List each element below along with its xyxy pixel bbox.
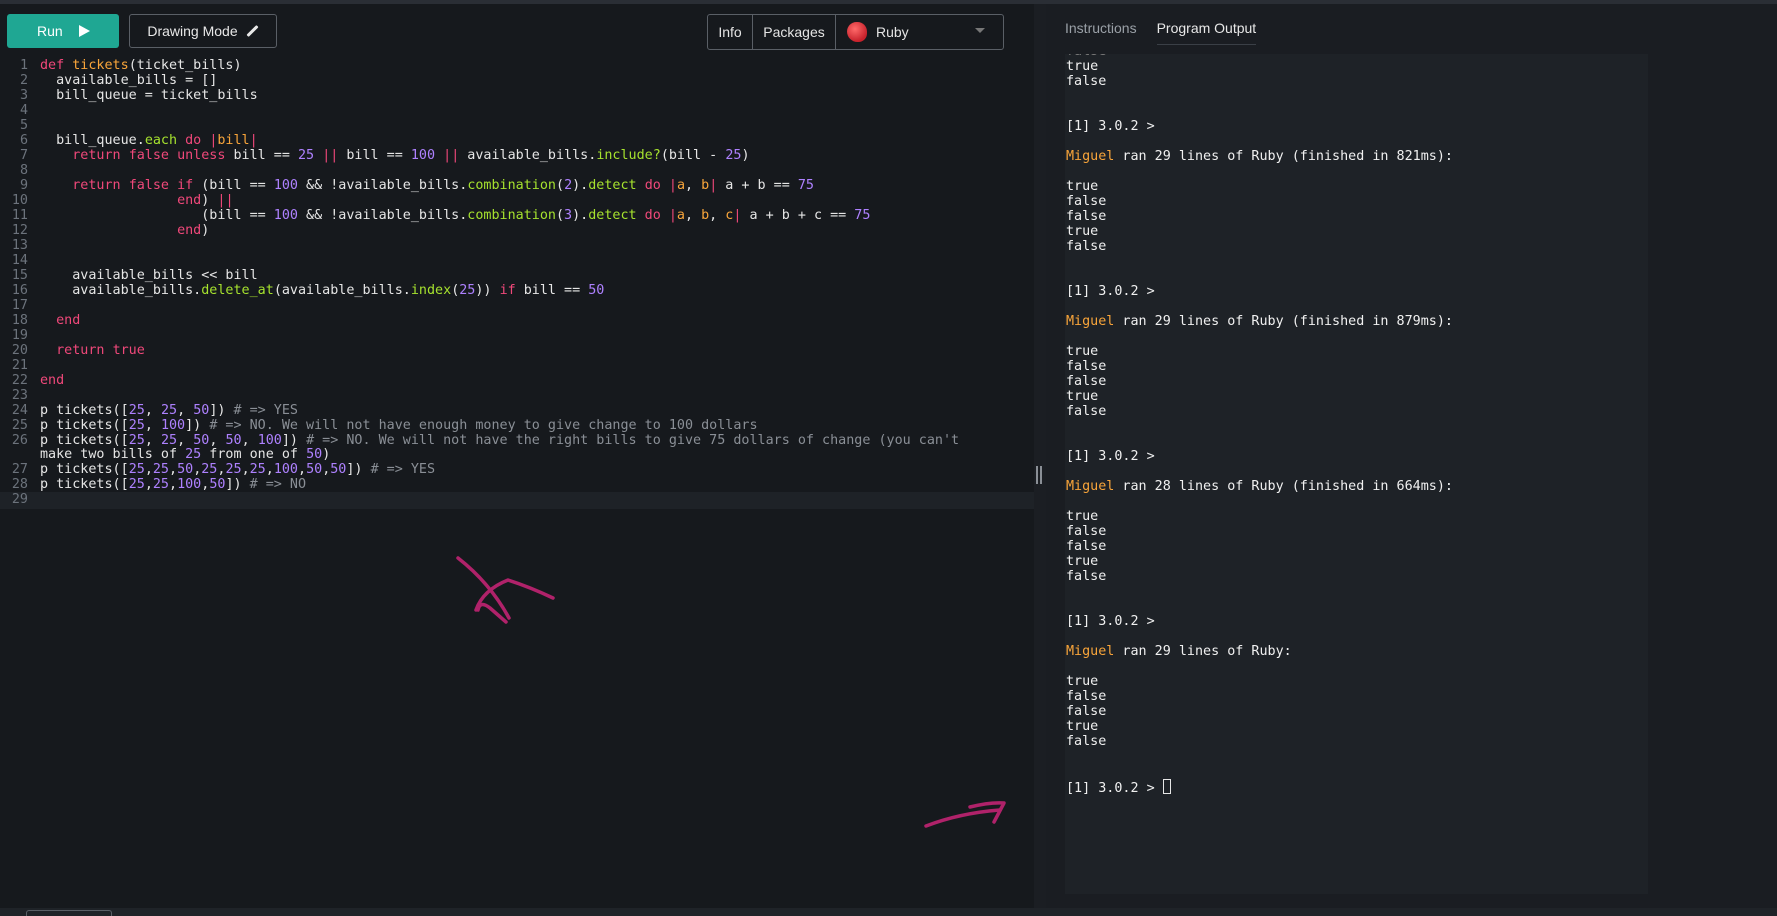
info-label: Info xyxy=(718,24,742,40)
code-text[interactable]: end) xyxy=(40,223,209,238)
run-label: Run xyxy=(37,23,63,39)
output-line: false xyxy=(1066,734,1107,749)
code-text[interactable]: end) || xyxy=(40,193,233,208)
output-line: true xyxy=(1066,509,1099,524)
run-button[interactable]: Run xyxy=(7,14,119,48)
tab-instructions[interactable]: Instructions xyxy=(1065,20,1137,45)
output-line: false xyxy=(1066,359,1107,374)
drawing-mode-label: Drawing Mode xyxy=(147,23,238,39)
code-text[interactable]: bill_queue.each do |bill| xyxy=(40,133,258,148)
output-line: true xyxy=(1066,344,1099,359)
tab-program-output[interactable]: Program Output xyxy=(1156,20,1257,45)
code-text[interactable]: (bill == 100 && !available_bills.combina… xyxy=(40,208,870,223)
toolbar-segment: Info Packages Ruby xyxy=(707,14,1004,50)
packages-label: Packages xyxy=(763,24,825,40)
output-line: [1] 3.0.2 > xyxy=(1066,284,1155,299)
run-summary-line: Miguel ran 29 lines of Ruby: xyxy=(1066,644,1292,659)
code-text[interactable]: p tickets([25,25,100,50]) # => NO xyxy=(40,477,306,492)
panel-tabs: Instructions Program Output xyxy=(1065,20,1257,45)
output-line: [1] 3.0.2 > xyxy=(1066,779,1171,796)
user-name: Miguel xyxy=(1066,149,1115,164)
output-line: false xyxy=(1066,239,1107,254)
code-text[interactable]: available_bills = [] xyxy=(40,73,217,88)
code-text[interactable]: return true xyxy=(40,343,145,358)
run-summary-line: Miguel ran 29 lines of Ruby (finished in… xyxy=(1066,314,1453,329)
code-line[interactable]: 29 xyxy=(0,492,1034,510)
output-line: false xyxy=(1066,209,1107,224)
output-line: false xyxy=(1066,524,1107,539)
code-text[interactable]: bill_queue = ticket_bills xyxy=(40,88,258,103)
output-line: false xyxy=(1066,374,1107,389)
pencil-icon xyxy=(246,25,259,38)
language-select[interactable]: Ruby xyxy=(836,15,1003,49)
code-text[interactable]: end xyxy=(40,313,80,328)
code-text[interactable]: available_bills.delete_at(available_bill… xyxy=(40,283,604,298)
chevron-down-icon xyxy=(975,28,985,33)
code-text[interactable]: p tickets([25, 100]) # => NO. We will no… xyxy=(40,418,758,433)
output-line: true xyxy=(1066,389,1099,404)
user-name: Miguel xyxy=(1066,314,1115,329)
code-text[interactable]: return false if (bill == 100 && !availab… xyxy=(40,178,814,193)
output-line: [1] 3.0.2 > xyxy=(1066,119,1155,134)
run-summary-line: Miguel ran 28 lines of Ruby (finished in… xyxy=(1066,479,1453,494)
code-text[interactable]: def tickets(ticket_bills) xyxy=(40,58,242,73)
program-output-console[interactable]: falsetruefalse[1] 3.0.2 >Miguel ran 29 l… xyxy=(1065,54,1648,894)
output-line: false xyxy=(1066,404,1107,419)
output-line: true xyxy=(1066,674,1099,689)
packages-button[interactable]: Packages xyxy=(753,15,836,49)
output-line: false xyxy=(1066,569,1107,584)
run-summary-line: Miguel ran 29 lines of Ruby (finished in… xyxy=(1066,149,1453,164)
editor-toolbar: Run Drawing Mode Info Packages Ruby xyxy=(0,4,1040,54)
output-line: true xyxy=(1066,59,1099,74)
ruby-icon xyxy=(847,22,867,42)
bottom-tab[interactable] xyxy=(26,910,112,916)
output-line: false xyxy=(1066,74,1107,89)
output-line: [1] 3.0.2 > xyxy=(1066,614,1155,629)
output-line: true xyxy=(1066,179,1099,194)
play-icon xyxy=(78,25,90,37)
output-line: [1] 3.0.2 > xyxy=(1066,449,1155,464)
pane-divider[interactable] xyxy=(1034,4,1046,916)
terminal-cursor[interactable] xyxy=(1162,779,1171,794)
output-line: true xyxy=(1066,554,1099,569)
code-text[interactable]: return false unless bill == 25 || bill =… xyxy=(40,148,749,163)
info-button[interactable]: Info xyxy=(708,15,753,49)
line-number: 29 xyxy=(11,492,28,508)
output-line: true xyxy=(1066,224,1099,239)
code-text[interactable]: p tickets([25,25,50,25,25,25,100,50,50])… xyxy=(40,462,435,477)
output-line: false xyxy=(1066,539,1107,554)
code-text[interactable]: p tickets([25, 25, 50, 50, 100]) # => NO… xyxy=(40,433,959,448)
output-line: true xyxy=(1066,719,1099,734)
code-text[interactable]: available_bills << bill xyxy=(40,268,257,283)
resize-handle-icon[interactable] xyxy=(1036,466,1042,484)
language-label: Ruby xyxy=(876,24,909,40)
bottom-bar xyxy=(0,908,1777,916)
code-text[interactable]: end xyxy=(40,373,64,388)
user-name: Miguel xyxy=(1066,479,1115,494)
output-line: false xyxy=(1066,704,1107,719)
output-line: false xyxy=(1066,194,1107,209)
user-name: Miguel xyxy=(1066,644,1115,659)
output-line: false xyxy=(1066,689,1107,704)
code-text[interactable]: make two bills of 25 from one of 50) xyxy=(40,447,330,462)
code-editor[interactable]: 1 def tickets(ticket_bills) 2 available_bi… xyxy=(0,58,1034,908)
drawing-mode-button[interactable]: Drawing Mode xyxy=(129,14,277,48)
code-text[interactable]: p tickets([25, 25, 50]) # => YES xyxy=(40,403,298,418)
right-panel: Instructions Program Output falsetruefal… xyxy=(1046,4,1777,908)
